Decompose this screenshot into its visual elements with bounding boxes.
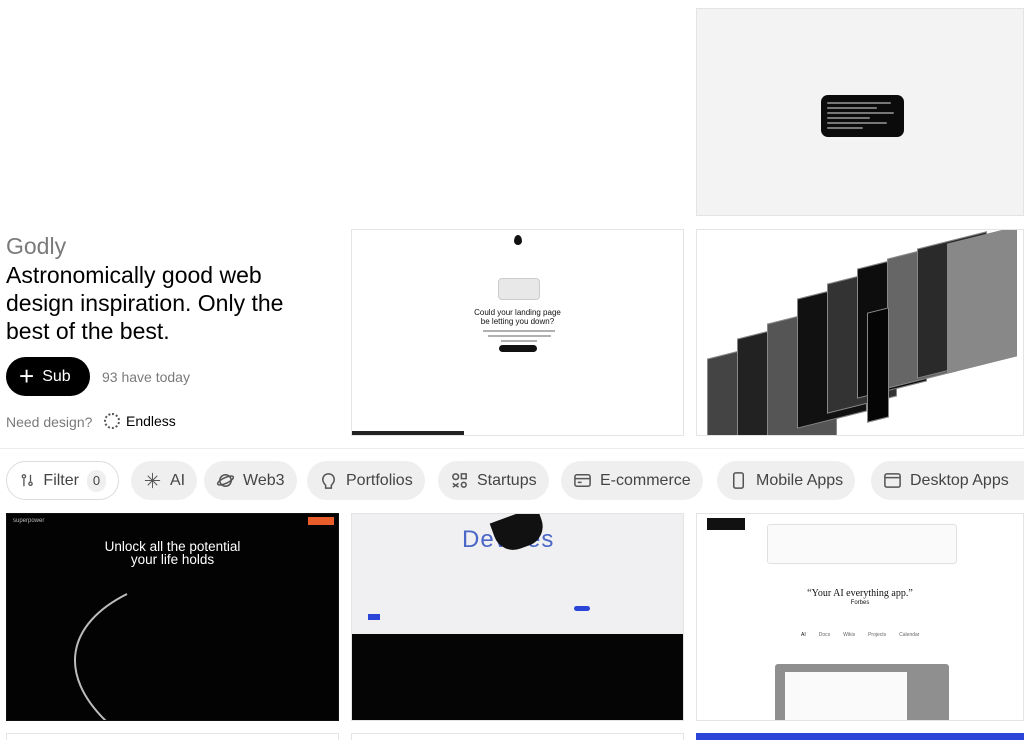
endless-label: Endless [126,413,176,429]
preview-pill [498,278,540,300]
filter-button[interactable]: Filter 0 [6,461,119,500]
site-card-top-right[interactable] [696,8,1024,216]
portfolio-icon [322,473,335,489]
endless-logo-icon [104,413,120,429]
plus-icon: + [19,360,35,391]
landing-body-lines [474,327,564,345]
site-card-landing[interactable]: Could your landing page be letting you d… [351,229,684,436]
shapes-icon [452,473,467,488]
notion-quote: “Your AI everything app.” [807,588,913,599]
site-card-partial[interactable] [6,733,339,740]
chip-desktop-apps[interactable]: Desktop Apps [871,461,1024,500]
subscribe-label: Sub [42,367,71,385]
notion-tab: Docs [818,632,831,638]
today-count: 93 have today [102,369,190,385]
blue-pill [574,606,590,611]
chip-ai-label: AI [170,471,186,489]
chip-mobile-apps[interactable]: Mobile Apps [717,461,856,500]
tagline: Astronomically good web design inspirati… [6,262,284,344]
dark-popup-preview [821,95,904,137]
blue-tag [368,614,380,620]
window-icon [884,473,901,488]
phone-icon [732,472,745,489]
chip-startups-label: Startups [477,471,537,489]
filter-count-badge: 0 [86,469,106,492]
chip-web3-label: Web3 [243,471,285,489]
chip-ecommerce[interactable]: E-commerce [561,461,703,500]
chip-portfolios[interactable]: Portfolios [307,461,425,500]
site-card-devices[interactable]: Devices [351,513,684,721]
subscribe-button[interactable]: + Sub [6,357,90,396]
chip-portfolios-label: Portfolios [346,471,413,489]
notion-demo-panel [775,664,949,720]
chip-desktop-apps-label: Desktop Apps [910,471,1009,489]
notion-tabs: AI Docs Wikis Projects Calendar [801,632,919,638]
landing-cta [499,345,537,352]
stack-preview [697,230,1023,435]
site-card-notion[interactable]: “Your AI everything app.” Forbes AI Docs… [696,513,1024,721]
notion-floating-panel [767,524,957,564]
notion-tab: AI [801,632,806,638]
chip-mobile-apps-label: Mobile Apps [756,471,844,489]
notion-tab: Calendar [899,632,920,638]
chip-startups[interactable]: Startups [438,461,549,500]
divider [0,448,1024,449]
landing-title: Could your landing page be letting you d… [474,308,561,326]
devices-black-section [352,634,683,720]
drop-logo-icon [514,235,522,245]
site-card-partial[interactable] [696,733,1024,740]
chip-ecommerce-label: E-commerce [600,471,691,489]
filter-label: Filter [43,471,79,489]
chip-web3[interactable]: Web3 [204,461,297,500]
site-card-partial[interactable] [351,733,684,740]
notion-tab: Wikis [843,632,856,638]
site-card-superpower[interactable]: superpower Unlock all the potential your… [6,513,339,721]
planet-icon [216,474,235,487]
landing-footer-bar [352,431,464,435]
site-card-3d-stack[interactable] [696,229,1024,436]
need-design-label: Need design? [6,414,93,430]
notion-logo [707,518,745,530]
sparkle-icon [144,472,161,489]
notion-tab: Projects [868,632,887,638]
endless-link[interactable]: Endless [104,413,176,429]
light-curve [73,593,128,720]
card-icon [574,474,591,487]
chip-ai[interactable]: AI [131,461,198,500]
notion-source: Forbes [850,600,870,606]
brand-name: Godly [6,233,67,259]
filter-icon [21,474,33,487]
